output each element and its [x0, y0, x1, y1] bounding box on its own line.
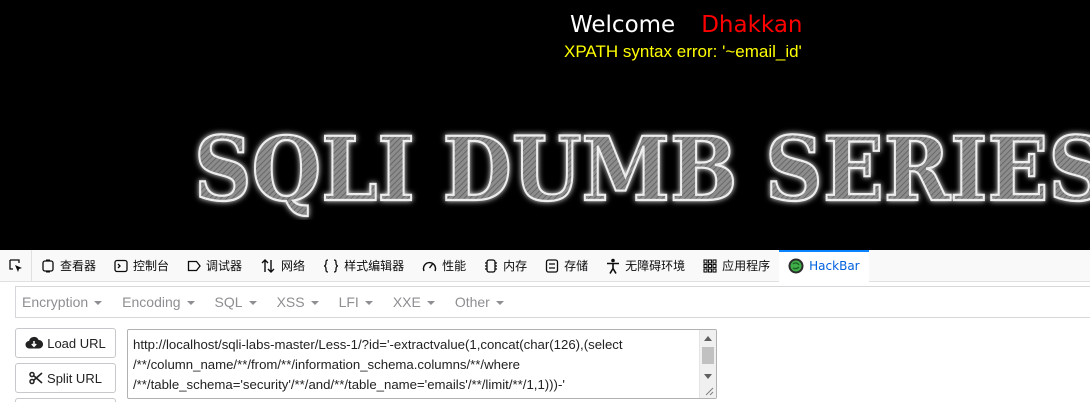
load-url-button[interactable]: Load URL — [15, 328, 116, 358]
menu-label: Other — [454, 294, 490, 310]
menu-lfi[interactable]: LFI — [333, 294, 381, 310]
caret-down-icon — [94, 301, 103, 305]
caret-down-icon — [310, 301, 319, 305]
url-textarea[interactable]: http://localhost/sqli-labs-master/Less-1… — [127, 329, 717, 399]
tab-label: 查看器 — [60, 259, 97, 273]
execute-button-partial[interactable] — [15, 398, 116, 402]
caret-down-icon — [364, 301, 373, 305]
style-editor-icon — [323, 258, 339, 273]
load-url-label: Load URL — [47, 335, 106, 351]
menu-label: SQL — [214, 294, 243, 310]
welcome-label: Welcome — [570, 12, 676, 38]
welcome-line: Welcome Dhakkan — [570, 10, 803, 40]
console-icon — [114, 259, 128, 272]
tab-style-editor[interactable]: 样式编辑器 — [314, 250, 413, 282]
scissors-icon — [29, 371, 43, 385]
application-icon — [703, 258, 717, 273]
url-text: http://localhost/sqli-labs-master/Less-1… — [133, 337, 623, 392]
inspector-icon — [42, 259, 54, 272]
xpath-error-message: XPATH syntax error: '~email_id' — [564, 42, 802, 61]
tab-inspector[interactable]: 查看器 — [32, 250, 105, 282]
tab-label: 无障碍环境 — [625, 259, 686, 273]
tab-label: 性能 — [442, 259, 467, 273]
tab-label: 存储 — [564, 259, 589, 273]
menu-label: LFI — [338, 294, 359, 310]
resize-grip-icon[interactable] — [703, 385, 714, 396]
caret-down-icon — [248, 301, 257, 305]
tab-label: 内存 — [503, 259, 528, 273]
tab-label: HackBar — [809, 258, 860, 273]
menu-label: Encoding — [122, 294, 181, 310]
tab-storage[interactable]: 存储 — [536, 250, 597, 282]
element-picker-button[interactable] — [0, 249, 32, 282]
tab-hackbar[interactable]: HackBar — [779, 249, 870, 282]
cloud-download-icon — [25, 336, 44, 349]
page-viewport: Welcome Dhakkan XPATH syntax error: '~ema… — [0, 0, 1090, 250]
menu-encoding[interactable]: Encoding — [116, 294, 202, 310]
menu-xxe[interactable]: XXE — [387, 294, 443, 310]
element-picker-icon — [8, 258, 22, 272]
caret-down-icon — [495, 301, 504, 305]
tab-label: 网络 — [281, 259, 306, 273]
tab-accessibility[interactable]: 无障碍环境 — [597, 250, 694, 282]
hackbar-menu: Encryption Encoding SQL XSS LFI XXE Othe… — [15, 286, 1090, 318]
tab-label: 调试器 — [206, 259, 243, 273]
hackbar-icon — [788, 258, 804, 273]
tab-application[interactable]: 应用程序 — [694, 250, 779, 282]
caret-down-icon — [426, 301, 435, 305]
scroll-down-icon[interactable] — [704, 374, 712, 379]
tab-console[interactable]: 控制台 — [105, 250, 178, 282]
tab-network[interactable]: 网络 — [251, 250, 314, 282]
tab-debugger[interactable]: 调试器 — [178, 250, 251, 282]
storage-icon — [545, 258, 559, 273]
username-label: Dhakkan — [701, 12, 803, 38]
devtools-toolbar: 查看器 控制台 调试器 网络 样式编辑器 性能 内存 存储 无障碍环境 应用程序… — [0, 249, 1090, 282]
accessibility-icon — [607, 258, 620, 274]
menu-sql[interactable]: SQL — [209, 294, 265, 310]
menu-label: XSS — [276, 294, 305, 310]
tab-label: 样式编辑器 — [344, 259, 405, 273]
menu-label: XXE — [392, 294, 421, 310]
network-icon — [261, 258, 275, 273]
tab-memory[interactable]: 内存 — [475, 250, 536, 282]
tab-label: 应用程序 — [722, 259, 771, 273]
split-url-label: Split URL — [47, 370, 102, 386]
sqli-dumb-series-banner: SQLI DUMB SERIES — [193, 116, 1090, 220]
debugger-icon — [187, 260, 201, 271]
menu-other[interactable]: Other — [449, 294, 512, 310]
menu-label: Encryption — [22, 294, 89, 310]
menu-encryption[interactable]: Encryption — [16, 294, 110, 310]
tab-performance[interactable]: 性能 — [413, 250, 475, 282]
split-url-button[interactable]: Split URL — [15, 363, 116, 393]
banner-text: SQLI DUMB SERIES — [194, 117, 1090, 220]
tab-label: 控制台 — [133, 259, 170, 273]
caret-down-icon — [186, 301, 195, 305]
scrollbar-thumb[interactable] — [702, 347, 714, 364]
memory-icon — [485, 258, 498, 273]
performance-icon — [422, 261, 437, 271]
menu-xss[interactable]: XSS — [271, 294, 327, 310]
scroll-up-icon[interactable] — [704, 336, 712, 341]
